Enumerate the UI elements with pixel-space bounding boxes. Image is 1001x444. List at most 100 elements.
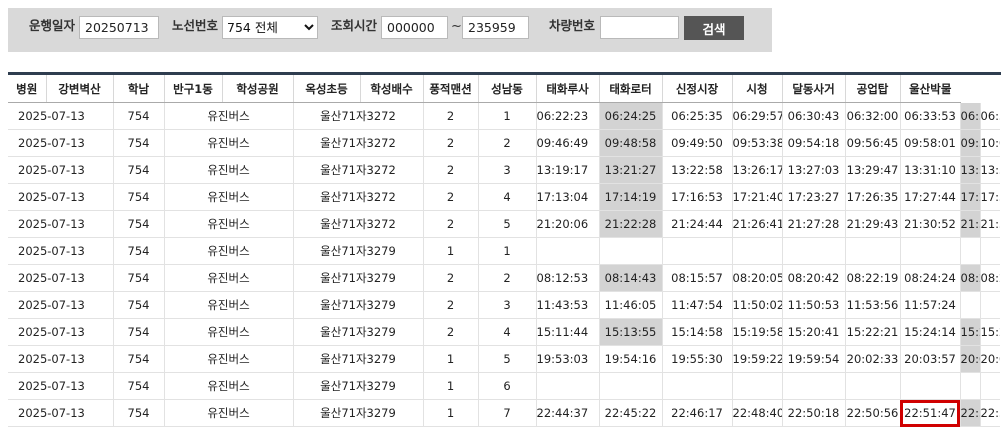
- vehicle-label: 차량번호: [549, 18, 596, 33]
- column-header: 시청: [731, 75, 782, 103]
- time-cell: 17:14:19: [598, 183, 662, 211]
- time-cell: 17:26:35: [844, 183, 900, 211]
- time-cell: 06:33:53: [899, 102, 960, 130]
- table-row[interactable]: 2025-07-13 754 유진버스 울산71자3279 1 1: [8, 237, 1000, 265]
- time-cell: 13:33:13: [959, 156, 980, 184]
- count-cell: 1: [422, 399, 478, 427]
- time-cell: 20:03:57: [899, 345, 960, 373]
- bus-arrival-table: 병원 강변벽산 학남 반구1동 학성공원 옥성초등 학성배수 풍적맨션 성남동 태화루사 태화로터 신…: [8, 75, 1000, 427]
- table-header-row: 병원 강변벽산 학남 반구1동 학성공원 옥성초등 학성배수 풍적맨션 성남동 태화루사 태화로터 신…: [8, 75, 1000, 103]
- time-cell: [598, 372, 662, 400]
- search-button[interactable]: 검색: [684, 16, 744, 40]
- time-cell: 17:29:47: [959, 183, 980, 211]
- time-cell: [979, 372, 1000, 400]
- column-header: 성남동: [477, 75, 536, 103]
- date-cell: 2025-07-13: [8, 183, 113, 211]
- time-cell: 11:50:02: [731, 291, 782, 319]
- time-cell: 21:29:43: [844, 210, 900, 238]
- table-row[interactable]: 2025-07-13 754 유진버스 울산71자3279 1 6: [8, 372, 1000, 400]
- time-cell: 17:21:40: [731, 183, 782, 211]
- column-header: 공업탑: [844, 75, 900, 103]
- column-header: 반구1동: [163, 75, 222, 103]
- table-row[interactable]: 2025-07-13 754 유진버스 울산71자3279 2 2 08:12:53 08:1…: [8, 264, 1000, 292]
- route-cell: 754: [112, 183, 164, 211]
- time-cell: 22:46:17: [661, 399, 732, 427]
- table-row[interactable]: 2025-07-13 754 유진버스 울산71자3279 2 3 11:43:53 11:4…: [8, 291, 1000, 319]
- time-cell: 08:20:05: [731, 264, 782, 292]
- time-cell: 11:57:24: [899, 291, 960, 319]
- table-row[interactable]: 2025-07-13 754 유진버스 울산71자3279 1 5 19:53:03 19:5…: [8, 345, 1000, 373]
- time-cell: 20:07:29: [979, 345, 1000, 373]
- date-cell: 2025-07-13: [8, 129, 113, 157]
- vehicle-cell: 울산71자3272: [292, 210, 423, 238]
- date-cell: 2025-07-13: [8, 237, 113, 265]
- column-header: 학성공원: [221, 75, 293, 103]
- vehicle-cell: 울산71자3279: [292, 264, 423, 292]
- vehicle-cell: 울산71자3279: [292, 318, 423, 346]
- trip-cell: 3: [477, 291, 536, 319]
- time-cell: 21:20:06: [535, 210, 599, 238]
- time-cell: 22:55:23: [979, 399, 1000, 427]
- trip-cell: 3: [477, 156, 536, 184]
- time-cell: 20:05:36: [959, 345, 980, 373]
- company-cell: 유진버스: [163, 345, 293, 373]
- table-row[interactable]: 2025-07-13 754 유진버스 울산71자3272 2 1 06:22:23 06:2…: [8, 102, 1000, 130]
- time-cell: 21:26:41: [731, 210, 782, 238]
- date-cell: 2025-07-13: [8, 345, 113, 373]
- company-cell: 유진버스: [163, 372, 293, 400]
- time-separator: ~: [451, 19, 462, 34]
- time-cell: 22:45:22: [598, 399, 662, 427]
- table-row[interactable]: 2025-07-13 754 유진버스 울산71자3272 2 4 17:13:04 17:1…: [8, 183, 1000, 211]
- route-select[interactable]: 754 전체: [222, 16, 318, 39]
- table-row[interactable]: 2025-07-13 754 유진버스 울산71자3272 2 3 13:19:17 13:2…: [8, 156, 1000, 184]
- count-cell: 2: [422, 129, 478, 157]
- date-input[interactable]: [79, 16, 159, 39]
- table-row[interactable]: 2025-07-13 754 유진버스 울산71자3279 2 4 15:11:44 15:1…: [8, 318, 1000, 346]
- table-row[interactable]: 2025-07-13 754 유진버스 울산71자3279 1 7 22:44:37 22:4…: [8, 399, 1000, 427]
- count-cell: 2: [422, 291, 478, 319]
- time-cell: [979, 291, 1000, 319]
- time-cell: 19:59:22: [731, 345, 782, 373]
- vehicle-input[interactable]: [600, 16, 679, 39]
- time-cell: [979, 237, 1000, 265]
- time-cell: 15:11:44: [535, 318, 599, 346]
- time-cell: 21:32:36: [959, 210, 980, 238]
- trip-cell: 4: [477, 318, 536, 346]
- column-header: 울산박물: [899, 75, 960, 103]
- time-cell: 09:48:58: [598, 129, 662, 157]
- time-from-input[interactable]: [381, 16, 448, 39]
- trip-cell: 2: [477, 129, 536, 157]
- time-label: 조회시간: [331, 18, 378, 33]
- time-cell: [959, 291, 980, 319]
- time-cell: 06:32:00: [844, 102, 900, 130]
- time-cell: 21:27:28: [781, 210, 845, 238]
- time-cell: 13:19:17: [535, 156, 599, 184]
- table-row[interactable]: 2025-07-13 754 유진버스 울산71자3272 2 5 21:20:06 21:2…: [8, 210, 1000, 238]
- time-cell: [959, 372, 980, 400]
- time-cell: 19:53:03: [535, 345, 599, 373]
- company-cell: 유진버스: [163, 264, 293, 292]
- table-container[interactable]: 병원 강변벽산 학남 반구1동 학성공원 옥성초등 학성배수 풍적맨션 성남동 태화루사 태화로터 신…: [8, 75, 1001, 444]
- column-header: 태화루사: [535, 75, 599, 103]
- time-cell: 13:27:03: [781, 156, 845, 184]
- company-cell: 유진버스: [163, 318, 293, 346]
- time-cell: [899, 237, 960, 265]
- trip-cell: 1: [477, 102, 536, 130]
- time-cell: [899, 372, 960, 400]
- table-row[interactable]: 2025-07-13 754 유진버스 울산71자3272 2 2 09:46:49 09:4…: [8, 129, 1000, 157]
- time-cell: 19:59:54: [781, 345, 845, 373]
- time-cell: [844, 372, 900, 400]
- time-cell: 17:31:38: [979, 183, 1000, 211]
- route-cell: 754: [112, 318, 164, 346]
- date-cell: 2025-07-13: [8, 399, 113, 427]
- company-cell: 유진버스: [163, 183, 293, 211]
- count-cell: 1: [422, 372, 478, 400]
- trip-cell: 7: [477, 399, 536, 427]
- time-cell: 09:54:18: [781, 129, 845, 157]
- time-cell: 15:13:55: [598, 318, 662, 346]
- time-cell: 13:21:27: [598, 156, 662, 184]
- time-cell: [959, 237, 980, 265]
- time-cell: 06:25:35: [661, 102, 732, 130]
- time-cell: 17:23:27: [781, 183, 845, 211]
- time-to-input[interactable]: [462, 16, 529, 39]
